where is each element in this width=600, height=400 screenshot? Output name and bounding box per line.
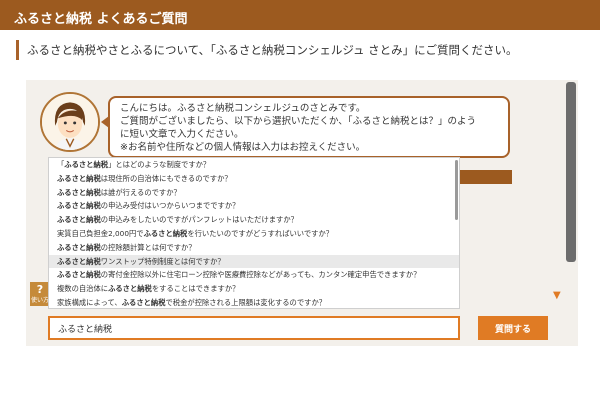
suggestion-keyword: ふるさと納税: [57, 256, 101, 266]
suggestion-suffix: は現住所の自治体にもできるのですか？: [100, 173, 232, 183]
suggestion-prefix: 複数の自治体に: [57, 284, 109, 294]
suggestion-item[interactable]: ふるさと納税ワンストップ特例制度とは何ですか？: [49, 254, 459, 269]
suggestion-prefix: 実質自己負担金2,000円で: [57, 228, 144, 238]
triangle-down-icon[interactable]: ▼: [553, 290, 561, 301]
suggestion-suffix: をすることはできますか？: [151, 284, 240, 294]
bot-message-line: こんにちは。ふるさと納税コンシェルジュのさとみです。: [120, 103, 366, 114]
concierge-avatar-icon: [42, 94, 98, 150]
page-header: ふるさと納税 よくあるご質問: [0, 0, 600, 30]
question-icon: ?: [36, 283, 44, 296]
suggestion-suffix: は誰が行えるのですか？: [100, 187, 181, 197]
suggestion-item[interactable]: ふるさと納税の寄付金控除以外に住宅ローン控除や医療費控除などがあっても、カンタン…: [49, 268, 459, 282]
suggestion-keyword: ふるさと納税: [57, 242, 101, 252]
suggestion-prefix: 家族構成によって、: [57, 297, 122, 307]
suggestion-suffix: ワンストップ特例制度とは何ですか？: [100, 256, 225, 266]
suggestion-keyword: ふるさと納税: [57, 215, 101, 225]
suggestion-keyword: ふるさと納税: [57, 201, 101, 211]
intro-text: ふるさと納税やさとふるについて、「ふるさと納税コンシェルジュ さとみ」にご質問く…: [16, 40, 590, 60]
suggestion-keyword: ふるさと納税: [57, 270, 101, 280]
chat-scrollbar[interactable]: [566, 82, 576, 262]
suggestion-suffix: を行いたいのですがどうすればいいですか？: [187, 228, 334, 238]
help-label: 使い方: [30, 297, 49, 304]
suggestion-keyword: ふるさと納税: [64, 160, 109, 169]
submit-question-button[interactable]: 質問する: [478, 316, 548, 340]
bot-message-line: ご質問がございましたら、以下から選択いただくか、「ふるさと納税とは？」のよう: [120, 116, 477, 127]
concierge-avatar: [40, 92, 100, 152]
page-title: ふるさと納税 よくあるご質問: [14, 12, 188, 27]
bot-message-bubble: こんにちは。ふるさと納税コンシェルジュのさとみです。 ご質問がございましたら、以…: [101, 96, 510, 158]
question-input[interactable]: [48, 316, 460, 340]
bot-message-line: ※お名前や住所などの個人情報は入力はお控えください。: [120, 142, 366, 153]
suggestion-item[interactable]: ふるさと納税の申込み受付はいつからいつまでですか？: [49, 199, 459, 213]
suggestion-item[interactable]: ふるさと納税は現住所の自治体にもできるのですか？: [49, 172, 459, 186]
suggestion-keyword: ふるさと納税: [121, 297, 166, 307]
suggestion-suffix: の申込み受付はいつからいつまでですか？: [100, 201, 240, 211]
suggestion-item[interactable]: 複数の自治体にふるさと納税をすることはできますか？: [49, 282, 459, 296]
suggestion-item[interactable]: 実質自己負担金2,000円でふるさと納税を行いたいのですがどうすればいいですか？: [49, 227, 459, 241]
suggestion-item[interactable]: ふるさと納税の控除額計算とは何ですか？: [49, 241, 459, 255]
suggestion-keyword: ふるさと納税: [143, 228, 188, 238]
suggestion-suffix: の寄付金控除以外に住宅ローン控除や医療費控除などがあっても、カンタン確定申告でき…: [100, 270, 421, 280]
suggestion-keyword: ふるさと納税: [57, 173, 101, 183]
suggestion-suffix: の控除額計算とは何ですか？: [100, 242, 196, 252]
suggestion-item[interactable]: 家族構成によって、ふるさと納税で税金が控除される上限額は変化するのですか？: [49, 296, 459, 308]
suggestion-keyword: ふるさと納税: [57, 187, 101, 197]
suggestion-item[interactable]: ふるさと納税は誰が行えるのですか？: [49, 186, 459, 200]
suggestion-item[interactable]: 「ふるさと納税」とはどのような制度ですか？: [49, 158, 459, 172]
suggestion-dropdown: 「ふるさと納税」とはどのような制度ですか？ ふるさと納税は現住所の自治体にもできる…: [48, 157, 460, 309]
suggestion-suffix: 」とはどのような制度ですか？: [108, 160, 211, 169]
suggestion-suffix: の申込みをしたいのですがパンフレットはいただけますか？: [100, 215, 298, 225]
suggestion-keyword: ふるさと納税: [108, 284, 152, 294]
help-button[interactable]: ? 使い方: [30, 282, 50, 306]
suggestion-item[interactable]: ふるさと納税の申込みをしたいのですがパンフレットはいただけますか？: [49, 213, 459, 227]
bot-message-line: に短い文章で入力ください。: [120, 129, 244, 140]
suggestion-scrollbar[interactable]: [455, 160, 458, 220]
suggestion-suffix: で税金が控除される上限額は変化するのですか？: [165, 297, 327, 307]
message-header-strip: [460, 170, 512, 184]
